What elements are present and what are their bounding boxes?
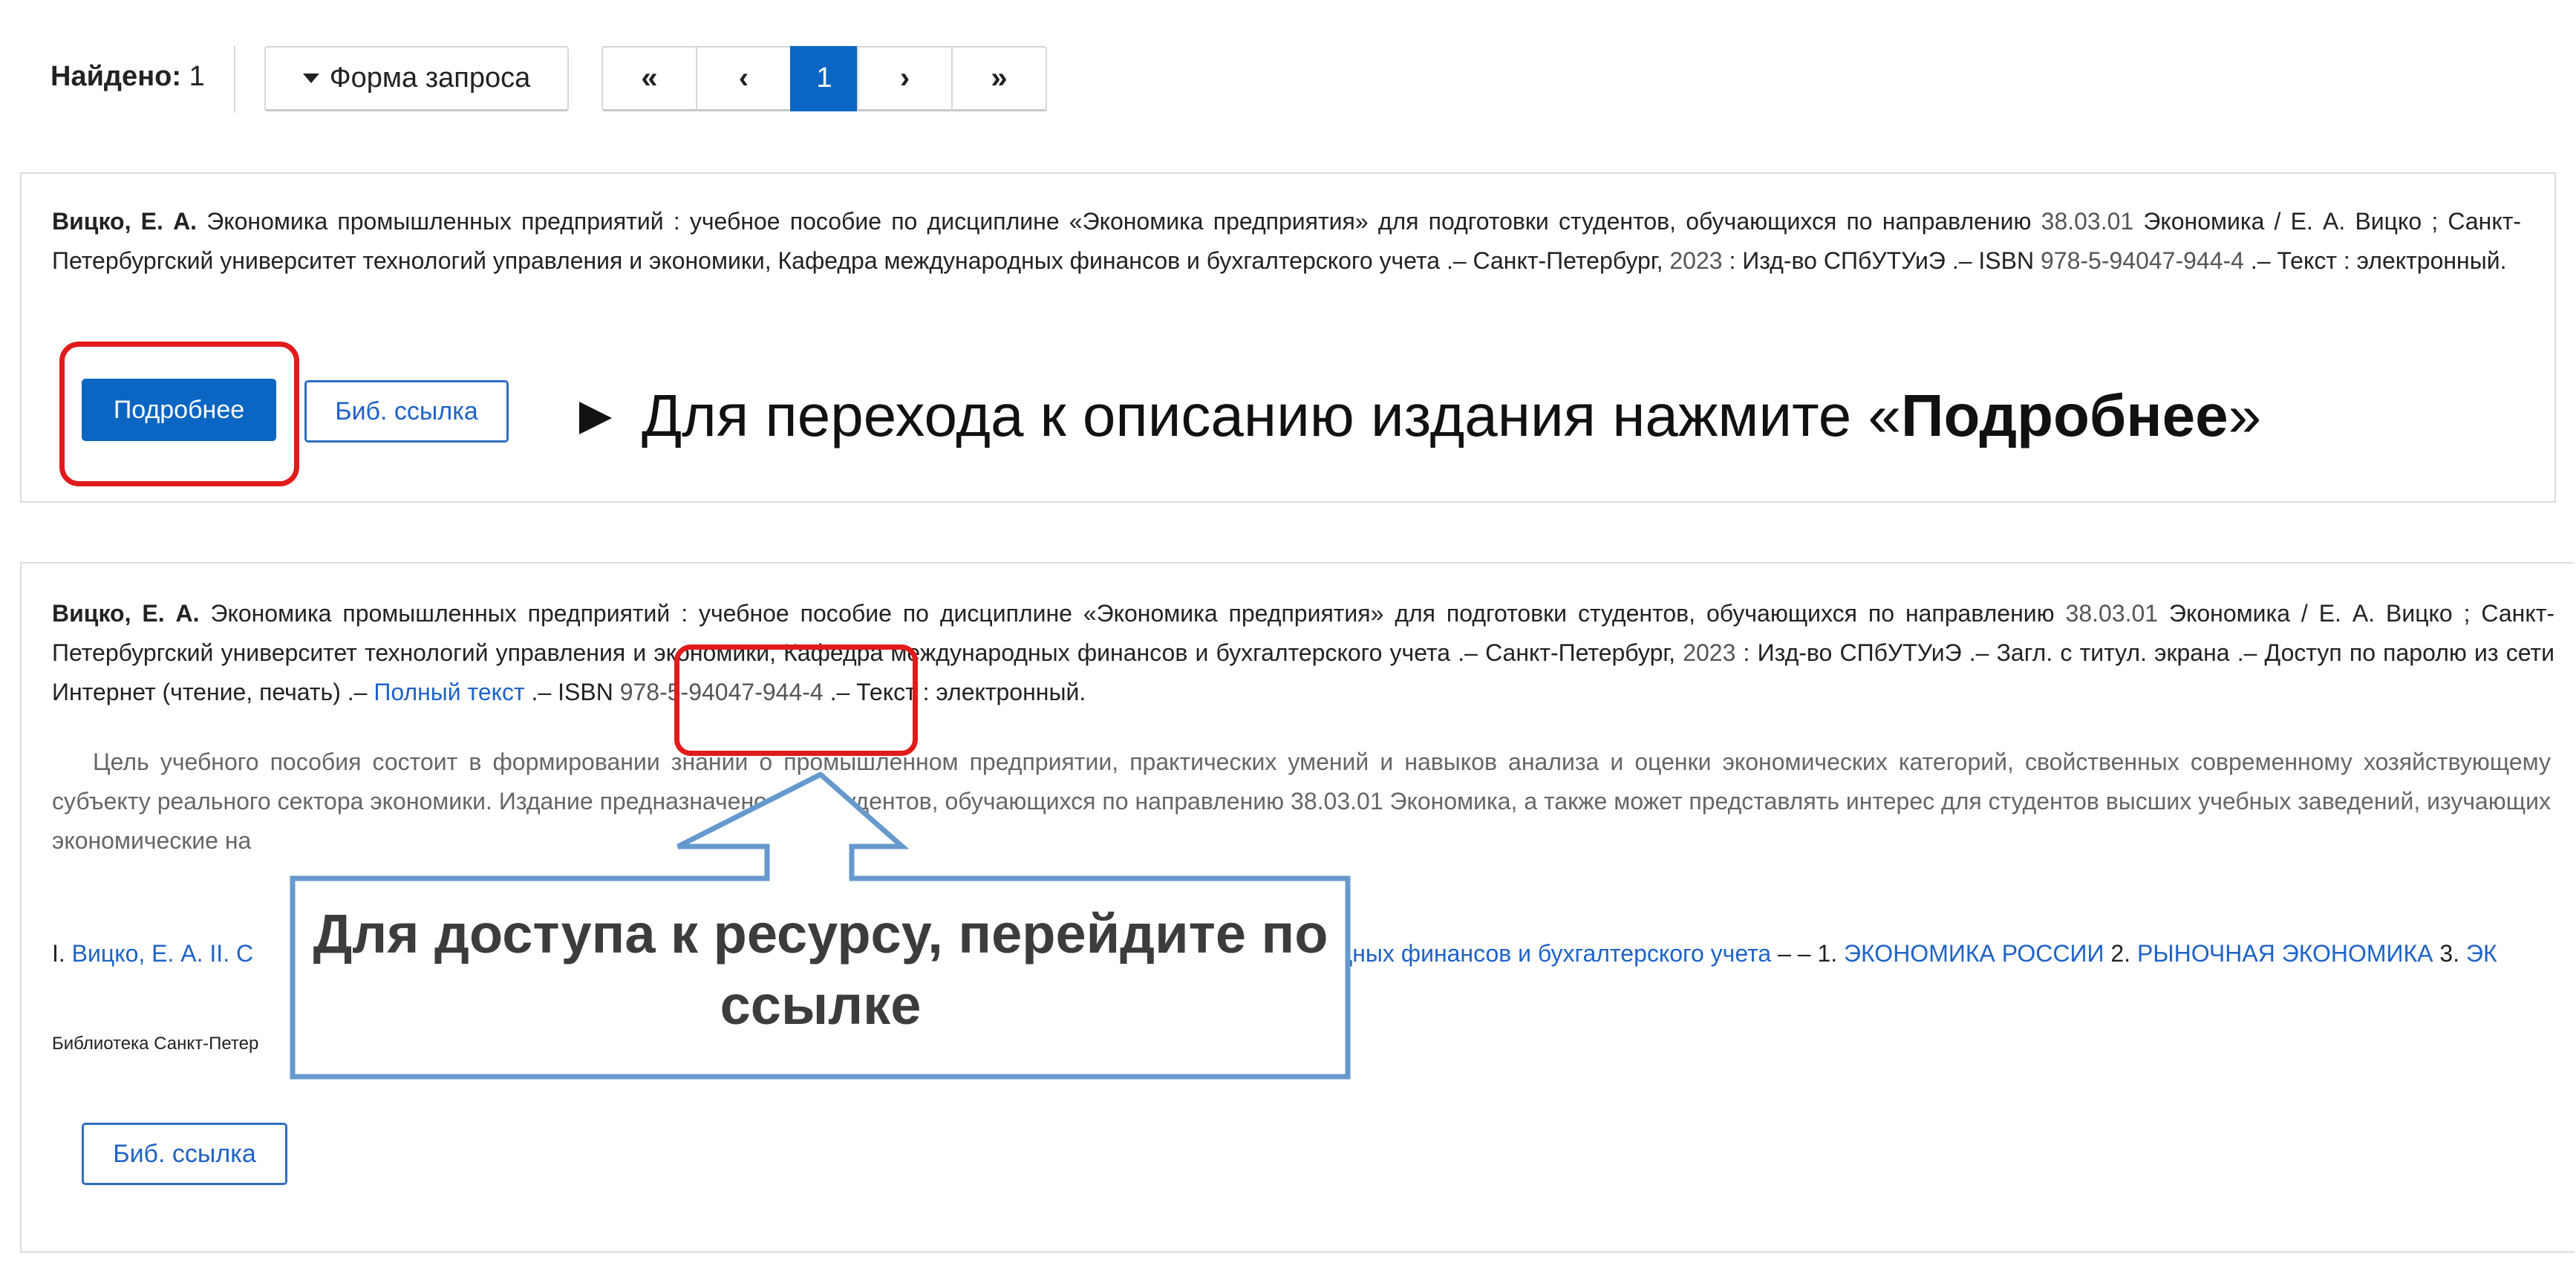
page-next-button[interactable]: › [857, 46, 953, 111]
arrow-bullet-icon [579, 402, 612, 434]
record-title-text: Экономика промышленных предприятий : уче… [197, 208, 2041, 235]
highlight-frame-fulltext [674, 645, 918, 756]
record-isbn: 978-5-94047-944-4 [2040, 247, 2244, 274]
record-type-text: .– Текст : электронный. [2243, 247, 2507, 274]
record-publisher-text: : Изд-во СПбУТУиЭ .– ISBN [1722, 247, 2041, 274]
caret-down-icon [302, 74, 319, 83]
highlight-frame-details [59, 342, 299, 486]
bib-reference-button[interactable]: Биб. ссылка [304, 380, 509, 443]
record-author: Вицко, Е. А. [52, 208, 198, 235]
page-prev-button[interactable]: ‹ [696, 46, 792, 111]
double-chevron-left-icon: « [641, 62, 658, 94]
callout-text: Для доступа к ресурсу, перейдите по ссыл… [297, 898, 1344, 1041]
record-title-text: Экономика промышленных предприятий : уче… [199, 600, 2066, 627]
record-code: 38.03.01 [2041, 208, 2134, 235]
bibliographic-record: Вицко, Е. А. Экономика промышленных пред… [52, 202, 2521, 281]
bibliographic-record-full: Вицко, Е. А. Экономика промышленных пред… [52, 594, 2554, 712]
chevron-right-icon: › [899, 62, 910, 94]
callout-line-2: ссылке [720, 974, 922, 1036]
record-author: Вицко, Е. А. [52, 600, 200, 627]
double-chevron-right-icon: » [991, 62, 1008, 94]
page-current-button[interactable]: 1 [790, 46, 858, 111]
full-text-link[interactable]: Полный текст [374, 679, 524, 705]
pagination: « ‹ 1 › » [601, 46, 1047, 111]
chevron-left-icon: ‹ [738, 62, 749, 94]
page-first-button[interactable]: « [601, 46, 697, 111]
subject-link-2[interactable]: РЫНОЧНАЯ ЭКОНОМИКА [2137, 940, 2433, 967]
record-code: 38.03.01 [2065, 600, 2159, 627]
instruction-hint: Для перехода к описанию издания нажмите … [579, 379, 2261, 453]
instruction-text: Для перехода к описанию издания нажмите … [642, 382, 2262, 448]
record-year: 2023 [1669, 247, 1723, 274]
query-form-button[interactable]: Форма запроса [264, 46, 569, 111]
org-link-start[interactable]: II. С [203, 940, 253, 967]
record-year: 2023 [1683, 639, 1736, 666]
record-isbn-label: .– ISBN [524, 679, 620, 705]
page-last-button[interactable]: » [951, 46, 1047, 111]
toolbar-divider [234, 46, 235, 113]
page-number: 1 [816, 62, 832, 94]
found-number: 1 [189, 61, 205, 92]
bib-reference-button[interactable]: Биб. ссылка [82, 1123, 287, 1185]
callout-line-1: Для доступа к ресурсу, перейдите по [313, 903, 1328, 965]
found-label: Найдено: [50, 61, 182, 92]
library-holding: Библиотека Санкт-Петер [52, 1034, 259, 1054]
author-link[interactable]: Вицко, Е. А. [72, 940, 203, 967]
query-form-label: Форма запроса [329, 62, 531, 94]
subject-link-1[interactable]: ЭКОНОМИКА РОССИИ [1844, 940, 2104, 967]
subject-link-3[interactable]: ЭК [2466, 940, 2497, 967]
found-count: Найдено: 1 [50, 61, 205, 93]
